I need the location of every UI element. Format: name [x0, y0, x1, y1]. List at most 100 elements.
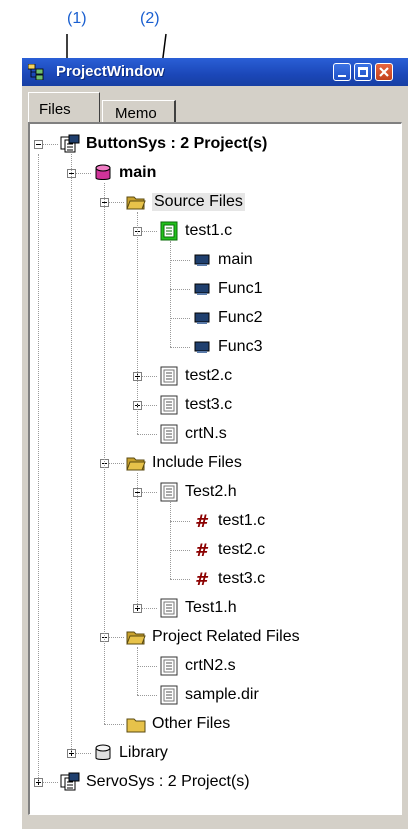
include-hash-icon: # [192, 569, 212, 590]
source-file-icon [159, 598, 179, 618]
tree-item-label: Test1.h [185, 599, 237, 616]
callout-label-1: (1) [67, 10, 87, 27]
svg-text:#: # [195, 570, 209, 589]
function-icon [192, 250, 212, 270]
tab-memo[interactable]: Memo [102, 100, 176, 124]
tree-item-label: ServoSys : 2 Project(s) [86, 773, 250, 790]
project-group-icon [60, 772, 80, 792]
tree-connector [170, 550, 190, 551]
include-hash-icon: # [192, 511, 212, 532]
tree-item-label: crtN2.s [185, 657, 236, 674]
tree-item-label: sample.dir [185, 686, 259, 703]
tree-connector [170, 521, 190, 522]
tree-item-label: test2.c [185, 367, 233, 384]
close-icon [379, 67, 389, 77]
tree-item-label: Library [119, 744, 168, 761]
tree-item[interactable]: # test3.c [192, 567, 265, 591]
tree-item[interactable]: Test1.h [159, 596, 237, 620]
source-file-icon [159, 424, 179, 444]
svg-text:#: # [195, 512, 209, 531]
tree-item-label: ButtonSys : 2 Project(s) [86, 135, 268, 152]
function-icon [192, 308, 212, 328]
tree-item[interactable]: Other Files [126, 712, 230, 736]
collapse-minus-icon[interactable] [34, 140, 43, 149]
source-file-icon [159, 395, 179, 415]
tree-item[interactable]: main [192, 248, 253, 272]
tree-connector [104, 724, 124, 725]
tree-connector [170, 579, 190, 580]
folder-open-icon [126, 453, 146, 473]
tree-guide-root [38, 154, 39, 782]
source-file-icon [159, 366, 179, 386]
tree-item[interactable]: Project Related Files [126, 625, 300, 649]
tab-files[interactable]: Files [28, 92, 100, 122]
minimize-button[interactable] [333, 63, 351, 81]
tree-item[interactable]: Func2 [192, 306, 262, 330]
maximize-button[interactable] [354, 63, 372, 81]
tree-connector [137, 695, 157, 696]
tree-item[interactable]: Library [93, 741, 168, 765]
tree-item-label: Project Related Files [152, 628, 300, 645]
tree-item-label: Func1 [218, 280, 263, 297]
window-title: ProjectWindow [56, 63, 165, 80]
file-tree[interactable]: ButtonSys : 2 Project(s) main Source Fil… [28, 122, 402, 815]
tree-item[interactable]: test2.c [159, 364, 232, 388]
tree-item-label: Source Files [152, 193, 245, 211]
folder-open-icon [126, 627, 146, 647]
tree-connector [170, 260, 190, 261]
folder-open-icon [126, 192, 146, 212]
source-file-icon [159, 685, 179, 705]
source-file-icon [159, 656, 179, 676]
tree-item[interactable]: Func1 [192, 277, 262, 301]
tree-item[interactable]: ServoSys : 2 Project(s) [60, 770, 250, 794]
tree-item[interactable]: sample.dir [159, 683, 259, 707]
function-icon [192, 279, 212, 299]
tree-guide [137, 212, 138, 434]
tree-item-label: main [119, 164, 157, 181]
tree-item[interactable]: # test2.c [192, 538, 265, 562]
title-bar[interactable]: ProjectWindow [22, 58, 408, 86]
tree-guide [104, 183, 105, 724]
callout-label-2: (2) [140, 10, 160, 27]
tree-item-label: test3.c [218, 570, 266, 587]
tree-item[interactable]: test3.c [159, 393, 232, 417]
tree-item[interactable]: main [93, 161, 156, 185]
tree-item[interactable]: crtN.s [159, 422, 227, 446]
tree-item-label: Other Files [152, 715, 231, 732]
window-bottom-edge [22, 815, 408, 829]
tree-item-label: Test2.h [185, 483, 237, 500]
tree-guide [137, 647, 138, 695]
tree-item[interactable]: Func3 [192, 335, 262, 359]
maximize-icon [358, 67, 368, 77]
tree-item-label: test1.c [218, 512, 266, 529]
tree-item-label: main [218, 251, 253, 268]
tree-item-label: test2.c [218, 541, 266, 558]
tree-guide [170, 241, 171, 347]
tree-item[interactable]: Include Files [126, 451, 242, 475]
include-hash-icon: # [192, 540, 212, 561]
tree-item-label: Include Files [152, 454, 242, 471]
tree-connector [170, 347, 190, 348]
tree-item[interactable]: crtN2.s [159, 654, 236, 678]
project-window-icon [28, 64, 44, 80]
source-file-active-icon [159, 221, 179, 241]
tree-guide [71, 154, 72, 753]
tree-connector [137, 666, 157, 667]
project-cylinder-icon [93, 163, 113, 183]
tree-guide [170, 502, 171, 579]
tree-item[interactable]: Test2.h [159, 480, 237, 504]
tree-connector [170, 289, 190, 290]
tree-item-label: test1.c [185, 222, 233, 239]
minimize-icon [338, 75, 346, 77]
function-icon [192, 337, 212, 357]
tree-connector [137, 434, 157, 435]
close-button[interactable] [375, 63, 393, 81]
tree-item[interactable]: Source Files [126, 190, 245, 214]
tree-item[interactable]: ButtonSys : 2 Project(s) [60, 132, 267, 156]
folder-closed-icon [126, 714, 146, 734]
svg-text:#: # [195, 541, 209, 560]
tree-item[interactable]: # test1.c [192, 509, 265, 533]
source-file-icon [159, 482, 179, 502]
tree-connector [170, 318, 190, 319]
tree-item[interactable]: test1.c [159, 219, 232, 243]
